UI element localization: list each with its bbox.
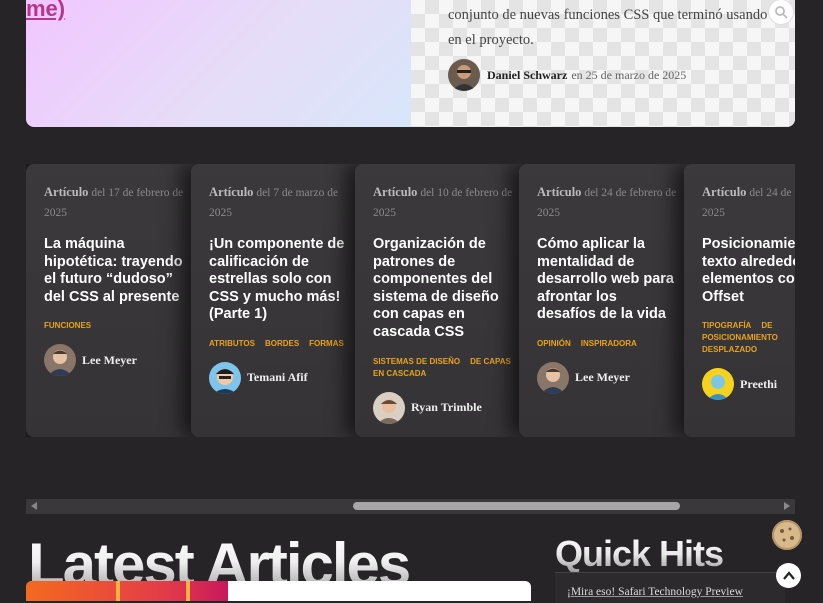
featured-image-text: me) [26,0,66,21]
tag-link[interactable]: FUNCIONES [44,321,91,330]
article-type: Artículo [209,185,254,199]
article-tags: OPINIÓN INSPIRADORA [537,338,677,350]
article-meta: Artículo del 10 de febrero de 2025 [373,182,513,223]
tag-link[interactable]: INSPIRADORA [581,339,637,348]
article-type: Artículo [702,185,747,199]
scrollbar-thumb[interactable] [353,502,680,510]
article-author[interactable]: Lee Meyer [44,344,212,377]
tag-link[interactable]: TIPOGRAFÍA [702,321,751,330]
article-meta: Artículo del 7 de marzo de 2025 [209,182,349,223]
article-type: Artículo [44,185,89,199]
article-tags: ATRIBUTOS BORDES FORMAS [209,338,349,350]
article-meta: Artículo del 17 de febrero de 2025 [44,182,184,223]
article-carousel[interactable]: Artículo del 17 de febrero de 2025 La má… [26,164,795,437]
featured-article-byline: Daniel Schwarz en 25 de marzo de 2025 [448,59,686,91]
article-tags: SISTEMAS DE DISEÑO DE CAPAS EN CASCADA [373,356,513,380]
article-title[interactable]: Posicionamiento de texto alrededor de el… [702,236,795,306]
chevron-up-icon [782,570,795,580]
article-title[interactable]: ¡Un componente de calificación de estrel… [209,236,349,324]
article-type: Artículo [373,185,418,199]
author-name[interactable]: Lee Meyer [82,353,137,368]
avatar[interactable] [702,368,734,401]
article-author[interactable]: Preethi [702,368,795,401]
author-link[interactable]: Daniel Schwarz [487,68,567,83]
carousel-scrollbar[interactable] [26,499,795,514]
tag-link[interactable]: BORDES [265,339,299,348]
latest-article-image[interactable] [26,581,228,601]
article-title[interactable]: La máquina hipotética: trayendo el futur… [44,236,184,306]
quick-hit-item[interactable]: ¡Mira eso! Safari Technology Preview [555,572,785,603]
article-card[interactable]: Artículo del 24 de febrero de 2025 Posic… [684,164,795,437]
quick-hit-link[interactable]: ¡Mira eso! Safari Technology Preview [567,586,743,598]
article-type: Artículo [537,185,582,199]
avatar[interactable] [373,391,405,424]
author-name[interactable]: Temani Afif [247,370,308,385]
avatar[interactable] [537,361,569,394]
avatar[interactable] [448,59,480,91]
article-tags: TIPOGRAFÍA DE POSICIONAMIENTO DESPLAZADO [702,320,795,356]
author-name[interactable]: Preethi [740,377,777,392]
tag-link[interactable]: ATRIBUTOS [209,339,255,348]
article-meta: Artículo del 24 de febrero de 2025 [537,182,677,223]
search-icon[interactable] [769,0,793,24]
featured-article-excerpt: conjunto de nuevas funciones CSS que ter… [448,7,768,48]
avatar[interactable] [44,344,76,377]
quick-hits-heading: Quick Hits [555,533,724,574]
tag-link[interactable]: SISTEMAS DE DISEÑO [373,357,460,366]
article-author[interactable]: Lee Meyer [537,361,705,394]
author-name[interactable]: Ryan Trimble [411,400,482,415]
article-title[interactable]: Organización de patrones de componentes … [373,236,513,342]
article-author[interactable]: Ryan Trimble [373,391,541,424]
article-author[interactable]: Temani Afif [209,361,377,394]
published-date: en 25 de marzo de 2025 [571,67,687,82]
scroll-right-icon[interactable] [784,502,790,510]
article-title[interactable]: Cómo aplicar la mentalidad de desarrollo… [537,236,677,324]
article-meta: Artículo del 24 de febrero de 2025 [702,182,795,223]
tag-link[interactable]: OPINIÓN [537,339,571,348]
latest-article-card[interactable] [26,581,531,601]
author-name[interactable]: Lee Meyer [575,370,630,385]
tag-link[interactable]: FORMAS [309,339,344,348]
featured-article-body: conjunto de nuevas funciones CSS que ter… [411,0,795,127]
featured-article-card[interactable]: me) conjunto de nuevas funciones CSS que… [26,0,795,127]
avatar[interactable] [209,361,241,394]
cookie-icon[interactable] [772,520,802,550]
article-tags: FUNCIONES [44,320,184,332]
featured-article-image[interactable]: me) [26,0,411,127]
back-to-top-button[interactable] [776,563,801,588]
scroll-left-icon[interactable] [31,502,37,510]
